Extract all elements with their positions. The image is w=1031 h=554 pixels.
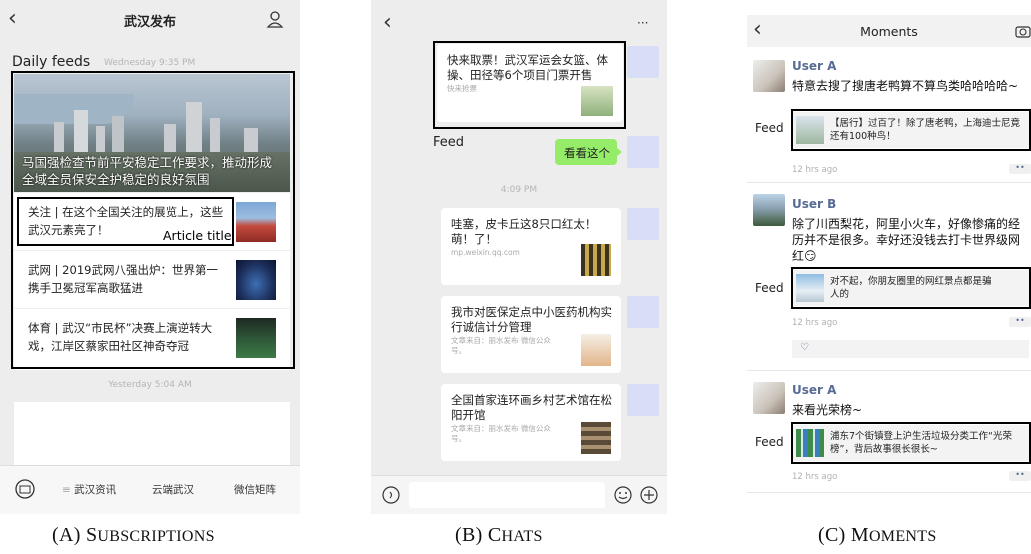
back-icon[interactable]: ‹ <box>383 10 392 35</box>
menu-item[interactable]: ≡ 武汉资讯 <box>62 482 116 497</box>
divider <box>747 370 1031 371</box>
menu-item[interactable]: 微信矩阵 <box>234 482 276 497</box>
avatar[interactable] <box>627 384 659 416</box>
input-bar <box>371 475 667 514</box>
avatar[interactable] <box>627 296 659 328</box>
heart-icon[interactable]: ♡ <box>800 342 809 353</box>
post-text: 除了川西梨花，阿里小火车，好像惨痛的经历并不是很多。幸好还没钱去打卡世界级网红😏 <box>792 217 1021 263</box>
timestamp: 4:09 PM <box>500 185 538 195</box>
caption-subscriptions: (A) SUBSCRIPTIONS <box>52 524 215 546</box>
feed-label: Feed <box>755 281 784 295</box>
post-text: 特意去搜了搜唐老鸭算不算鸟类哈哈哈哈~ <box>792 79 1019 93</box>
message-source: 文章来自：丽水发布 微信公众号。 <box>451 336 551 355</box>
feed-card <box>14 402 290 465</box>
more-actions-icon[interactable]: •• <box>1009 471 1031 481</box>
voice-icon[interactable] <box>381 485 401 505</box>
likes-bar: ♡ <box>792 340 1029 358</box>
divider <box>747 182 1031 183</box>
text-message[interactable]: 看看这个 <box>555 139 617 165</box>
user-name[interactable]: User B <box>792 197 836 211</box>
top-bar: ‹ Moments <box>747 15 1031 47</box>
avatar[interactable] <box>753 60 785 92</box>
user-name[interactable]: User A <box>792 59 836 73</box>
post-text: 来看光荣榜~ <box>792 403 863 417</box>
caption-moments: (C) MOMENTS <box>818 524 937 546</box>
message-thumbnail <box>581 334 611 366</box>
feed-label: Feed <box>755 121 784 135</box>
post-time: 12 hrs ago <box>792 165 838 175</box>
menu-bar: ≡ 武汉资讯 云端武汉 微信矩阵 <box>0 465 300 514</box>
avatar[interactable] <box>627 208 659 240</box>
post-time: 12 hrs ago <box>792 318 838 328</box>
add-icon[interactable] <box>639 485 659 505</box>
timestamp: Yesterday 5:04 AM <box>108 380 192 390</box>
subscriptions-screen: ‹ 武汉发布 Daily feeds Wednesday 9:35 PM 马国强… <box>0 0 300 514</box>
top-bar: ‹ 武汉发布 <box>0 0 300 38</box>
post-time: 12 hrs ago <box>792 472 838 482</box>
more-actions-icon[interactable]: •• <box>1009 164 1031 174</box>
message-input[interactable] <box>409 482 605 508</box>
page-title: Moments <box>860 24 918 39</box>
more-icon[interactable]: ··· <box>637 16 648 30</box>
chats-screen: ‹ ··· 快来取票！武汉军运会女篮、体操、田径等6个项目门票开售 快来抢票 F… <box>371 0 667 514</box>
caption-chats: (B) CHATS <box>455 524 543 546</box>
link-message[interactable]: 我市对医保定点中小医药机构实行诚信计分管理 文章来自：丽水发布 微信公众号。 <box>441 296 621 373</box>
divider <box>747 492 1031 493</box>
avatar[interactable] <box>627 136 659 168</box>
avatar[interactable] <box>627 46 659 78</box>
camera-icon[interactable] <box>1015 24 1031 38</box>
feed-highlight-box <box>791 109 1031 151</box>
message-title: 哇塞，皮卡丘这8只口红太！萌！了！ <box>451 217 597 246</box>
keyboard-icon[interactable] <box>14 478 36 500</box>
avatar[interactable] <box>753 194 785 226</box>
menu-item[interactable]: 云端武汉 <box>152 482 194 497</box>
feed-highlight-box <box>433 41 626 129</box>
feed-label: Feed <box>433 135 465 150</box>
message-source: mp.weixin.qq.com <box>451 248 520 257</box>
profile-icon[interactable] <box>266 10 284 28</box>
section-label: Daily feeds <box>12 54 91 70</box>
link-message[interactable]: 全国首家连环画乡村艺术馆在松阳开馆 文章来自：丽水发布 微信公众号。 <box>441 384 621 461</box>
message-title: 全国首家连环画乡村艺术馆在松阳开馆 <box>451 393 612 422</box>
message-source: 文章来自：丽水发布 微信公众号。 <box>451 424 551 443</box>
more-actions-icon[interactable]: •• <box>1009 317 1031 327</box>
link-message[interactable]: 哇塞，皮卡丘这8只口红太！萌！了！ mp.weixin.qq.com <box>441 208 621 285</box>
message-title: 我市对医保定点中小医药机构实行诚信计分管理 <box>451 305 612 334</box>
message-thumbnail <box>581 244 611 276</box>
account-title: 武汉发布 <box>123 15 176 30</box>
feed-label: Feed <box>755 435 784 449</box>
emoji-icon[interactable] <box>613 485 633 505</box>
bubble-tail <box>616 147 622 157</box>
avatar[interactable] <box>753 382 785 414</box>
feed-highlight-box <box>791 267 1031 309</box>
timestamp: Wednesday 9:35 PM <box>104 58 196 68</box>
feed-highlight-box <box>791 422 1031 464</box>
moments-screen: ‹ Moments User A 特意去搜了搜唐老鸭算不算鸟类哈哈哈哈~ Fee… <box>747 0 1031 514</box>
user-name[interactable]: User A <box>792 383 836 397</box>
message-thumbnail <box>581 422 611 454</box>
article-title-label: Article title <box>163 228 232 243</box>
